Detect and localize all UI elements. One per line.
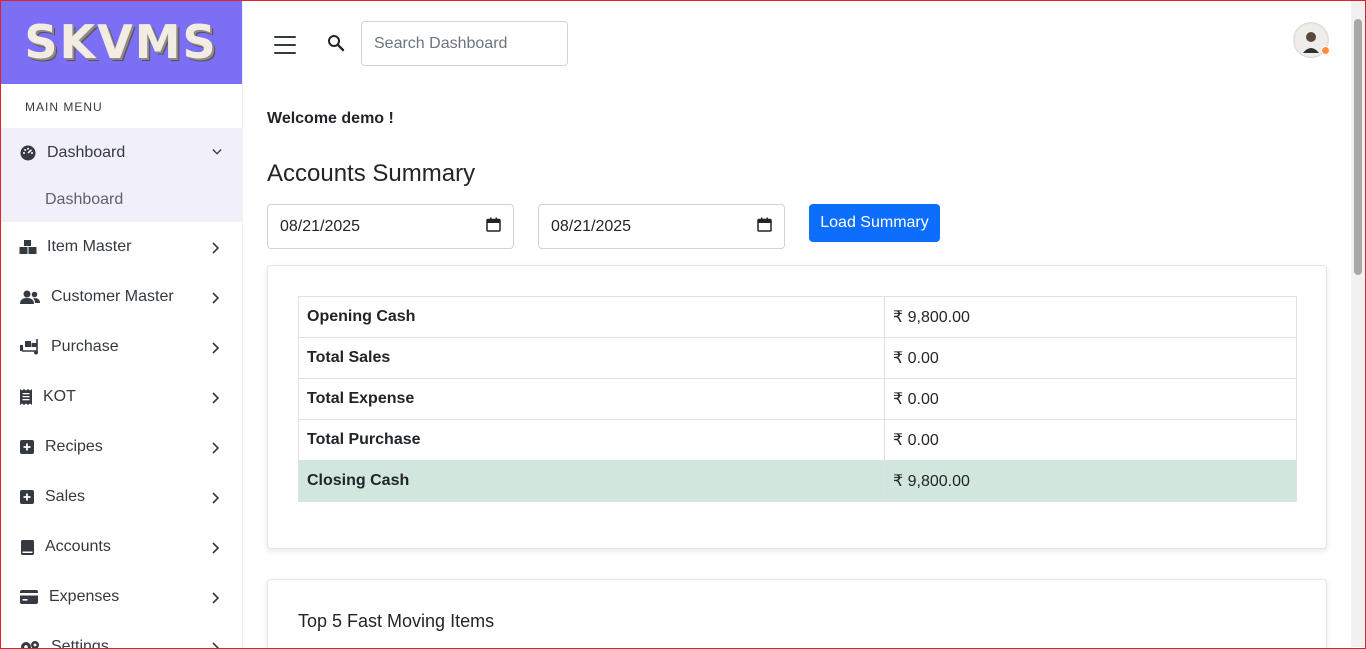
nav-group-dashboard: Dashboard Dashboard [0, 128, 242, 222]
row-label: Opening Cash [298, 296, 885, 338]
row-value: ₹ 9,800.00 [884, 296, 1297, 338]
chevron-down-icon [212, 148, 222, 158]
menu-toggle-icon[interactable] [274, 36, 296, 54]
table-row: Total Expense ₹ 0.00 [298, 378, 1297, 420]
sidebar-item-label: Customer Master [51, 288, 174, 305]
chevron-right-icon [212, 442, 222, 454]
receipt-icon [19, 388, 33, 406]
from-date-value: 08/21/2025 [280, 217, 361, 235]
chevron-right-icon [212, 392, 222, 404]
welcome-text: Welcome demo ! [267, 110, 394, 127]
plus-square-icon [19, 438, 35, 456]
chevron-right-icon [212, 342, 222, 354]
users-icon [19, 288, 41, 306]
sidebar-item-label: Purchase [51, 338, 119, 355]
table-row: Total Sales ₹ 0.00 [298, 337, 1297, 379]
chevron-right-icon [212, 592, 222, 604]
avatar[interactable] [1293, 22, 1330, 58]
sidebar-item-label: Dashboard [47, 144, 126, 161]
sidebar-item-label: Accounts [45, 538, 111, 555]
row-value: ₹ 0.00 [884, 337, 1297, 379]
page-title: Accounts Summary [267, 160, 476, 187]
page-scrollbar[interactable] [1351, 1, 1365, 647]
status-dot [1321, 46, 1330, 55]
from-date-input[interactable]: 08/21/2025 [267, 204, 514, 249]
brand-logo[interactable]: SKVMS [0, 0, 242, 84]
sidebar-item-customer-master[interactable]: Customer Master [0, 272, 242, 322]
sidebar-item-label: Item Master [47, 238, 132, 255]
row-label: Total Sales [298, 337, 885, 379]
sidebar-item-recipes[interactable]: Recipes [0, 422, 242, 472]
chevron-right-icon [212, 242, 222, 254]
top-items-card: Top 5 Fast Moving Items [267, 579, 1327, 649]
logo-text: SKVMS [24, 15, 218, 69]
top-items-title: Top 5 Fast Moving Items [298, 611, 495, 631]
row-value: ₹ 0.00 [884, 419, 1297, 461]
load-summary-button[interactable]: Load Summary [809, 204, 940, 242]
book-icon [19, 538, 35, 556]
sidebar-subitem-dashboard[interactable]: Dashboard [0, 178, 242, 222]
search-input[interactable] [361, 21, 568, 66]
row-label: Total Purchase [298, 419, 885, 461]
sidebar-item-label: Sales [45, 488, 86, 505]
search-icon[interactable] [327, 34, 347, 54]
sidebar-item-sales[interactable]: Sales [0, 472, 242, 522]
to-date-input[interactable]: 08/21/2025 [538, 204, 785, 249]
gears-icon [19, 638, 41, 649]
accounts-summary-card: Opening Cash ₹ 9,800.00 Total Sales ₹ 0.… [267, 265, 1327, 549]
sidebar-item-item-master[interactable]: Item Master [0, 222, 242, 272]
sidebar-item-label: KOT [43, 388, 76, 405]
sidebar-item-kot[interactable]: KOT [0, 372, 242, 422]
row-label: Total Expense [298, 378, 885, 420]
row-value: ₹ 0.00 [884, 378, 1297, 420]
calendar-icon[interactable] [486, 217, 501, 237]
boxes-icon [19, 238, 37, 256]
summary-table: Opening Cash ₹ 9,800.00 Total Sales ₹ 0.… [298, 296, 1297, 502]
topbar [243, 0, 1366, 88]
row-value: ₹ 9,800.00 [884, 460, 1297, 502]
sidebar: SKVMS MAIN MENU Dashboard Dashboard Item… [0, 0, 243, 649]
sidebar-item-accounts[interactable]: Accounts [0, 522, 242, 572]
truck-loading-icon [19, 338, 41, 356]
gauge-icon [19, 144, 37, 162]
menu-caption: MAIN MENU [25, 100, 103, 114]
table-row: Opening Cash ₹ 9,800.00 [298, 296, 1297, 338]
sidebar-item-purchase[interactable]: Purchase [0, 322, 242, 372]
calendar-icon[interactable] [757, 217, 772, 237]
scrollbar-thumb[interactable] [1354, 19, 1362, 275]
chevron-right-icon [212, 542, 222, 554]
chevron-right-icon [212, 642, 222, 649]
table-row: Total Purchase ₹ 0.00 [298, 419, 1297, 461]
sidebar-item-label: Expenses [49, 588, 120, 605]
row-label: Closing Cash [298, 460, 885, 502]
table-row-closing-cash: Closing Cash ₹ 9,800.00 [298, 460, 1297, 502]
sidebar-item-settings[interactable]: Settings [0, 622, 242, 649]
sidebar-item-label: Settings [51, 638, 109, 649]
sidebar-item-label: Recipes [45, 438, 103, 455]
plus-square-icon [19, 488, 35, 506]
credit-card-icon [19, 588, 39, 606]
sidebar-item-expenses[interactable]: Expenses [0, 572, 242, 622]
chevron-right-icon [212, 292, 222, 304]
sidebar-item-dashboard[interactable]: Dashboard [0, 128, 242, 178]
chevron-right-icon [212, 492, 222, 504]
to-date-value: 08/21/2025 [551, 217, 632, 235]
